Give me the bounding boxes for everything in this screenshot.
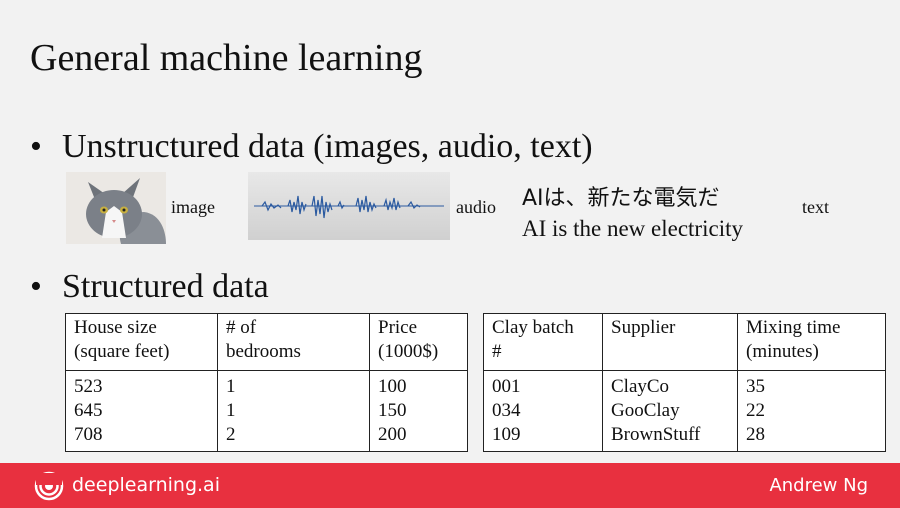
table-cell: 001 034 109 (483, 370, 603, 452)
table-cell: 523 645 708 (65, 370, 218, 452)
clay-table: Clay batch # Supplier Mixing time (minut… (483, 313, 886, 452)
cell-value: 1 (226, 376, 236, 397)
cell-value: 645 (74, 400, 103, 421)
table-cell: 100 150 200 (369, 370, 468, 452)
table-header-row: Clay batch # Supplier Mixing time (minut… (483, 313, 886, 371)
cat-image (66, 172, 166, 244)
cell-value: ClayCo (611, 376, 670, 397)
footer-bar: deeplearning.ai Andrew Ng (0, 463, 900, 508)
bullet-structured: • Structured data (30, 268, 269, 306)
slide-title: General machine learning (30, 37, 423, 79)
cell-value: 28 (746, 424, 765, 445)
bullet-unstructured: • Unstructured data (images, audio, text) (30, 128, 593, 166)
text-japanese: AIは、新たな電気だ (522, 186, 720, 211)
table-cell: 1 1 2 (217, 370, 370, 452)
table-header-cell: Clay batch # (483, 313, 603, 371)
cell-value: 150 (378, 400, 407, 421)
audio-label: audio (456, 197, 496, 217)
brand-name: deeplearning.ai (72, 474, 220, 496)
structured-heading: Structured data (62, 268, 269, 305)
cell-value: 1 (226, 400, 236, 421)
deeplearning-logo-icon (34, 471, 64, 501)
table-cell: 35 22 28 (737, 370, 886, 452)
table-header-cell: Price (1000$) (369, 313, 468, 371)
cell-value: 109 (492, 424, 521, 445)
table-header-cell: House size (square feet) (65, 313, 218, 371)
audio-waveform (248, 172, 450, 240)
cell-value: GooClay (611, 400, 680, 421)
house-table: House size (square feet) # of bedrooms P… (65, 313, 468, 452)
image-label: image (171, 197, 215, 217)
cell-value: 2 (226, 424, 236, 445)
table-header-cell: Mixing time (minutes) (737, 313, 886, 371)
table-header-cell: # of bedrooms (217, 313, 370, 371)
cell-value: 001 (492, 376, 521, 397)
cell-value: 523 (74, 376, 103, 397)
cell-value: 100 (378, 376, 407, 397)
cell-value: BrownStuff (611, 424, 701, 445)
bullet-dot: • (30, 128, 42, 165)
cell-value: 22 (746, 400, 765, 421)
text-label: text (802, 197, 829, 217)
author-name: Andrew Ng (769, 475, 868, 496)
cell-value: 35 (746, 376, 765, 397)
text-english: AI is the new electricity (522, 216, 743, 241)
table-body-row: 523 645 708 1 1 2 100 150 200 (65, 370, 468, 452)
cell-value: 034 (492, 400, 521, 421)
table-header-cell: Supplier (602, 313, 738, 371)
cell-value: 200 (378, 424, 407, 445)
table-cell: ClayCo GooClay BrownStuff (602, 370, 738, 452)
table-body-row: 001 034 109 ClayCo GooClay BrownStuff 35 22 28 (483, 370, 886, 452)
unstructured-heading: Unstructured data (images, audio, text) (62, 128, 593, 165)
table-header-row: House size (square feet) # of bedrooms P… (65, 313, 468, 371)
cell-value: 708 (74, 424, 103, 445)
bullet-dot: • (30, 268, 42, 305)
